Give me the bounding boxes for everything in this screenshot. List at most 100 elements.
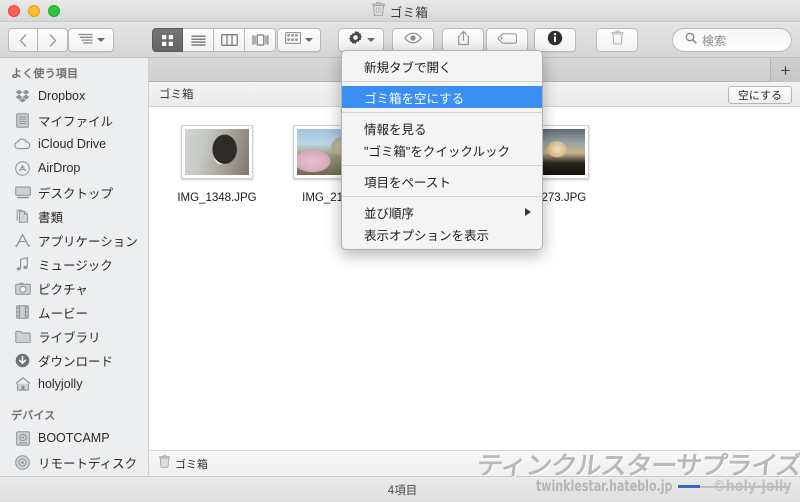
arrange-list-icon	[77, 31, 93, 49]
context-menu[interactable]: 新規タブで開く ゴミ箱を空にする 情報を見る "ゴミ箱"をクイックルック 項目を…	[341, 50, 543, 250]
menu-item-quick-look[interactable]: "ゴミ箱"をクイックルック	[342, 139, 542, 161]
sidebar-item-holyjolly[interactable]: holyjolly	[0, 372, 148, 396]
documents-icon	[14, 208, 31, 225]
sidebar-item-movies[interactable]: ムービー	[0, 300, 148, 324]
menu-item-paste-item[interactable]: 項目をペースト	[342, 170, 542, 192]
navigation-buttons	[8, 28, 68, 52]
content-header-title: ゴミ箱	[159, 89, 194, 101]
share-icon	[457, 30, 470, 51]
sidebar-item-label: マイファイル	[38, 114, 114, 129]
harddisk-icon	[14, 430, 31, 447]
window-title-area: ゴミ箱	[0, 0, 800, 22]
arrange-button[interactable]	[68, 28, 114, 52]
sidebar-item-label: デスクトップ	[38, 186, 114, 201]
path-bar[interactable]: ゴミ箱	[149, 450, 800, 476]
submenu-arrow-icon	[525, 208, 531, 216]
back-button[interactable]	[8, 28, 38, 52]
coverflow-view-button[interactable]	[245, 28, 276, 52]
quicklook-button[interactable]	[392, 28, 434, 52]
forward-button[interactable]	[38, 28, 68, 52]
sidebar-item-airdrop[interactable]: AirDrop	[0, 156, 148, 180]
trash-icon	[611, 30, 624, 50]
menu-item-show-view-options[interactable]: 表示オプションを表示	[342, 223, 542, 245]
sidebar-section-devices-header: デバイス	[11, 410, 56, 422]
finder-window: ゴミ箱 検索 よく使う項目 Dropbox マイファイル iCloud Driv…	[0, 0, 800, 502]
menu-item-open-in-new-tab[interactable]: 新規タブで開く	[342, 55, 542, 77]
optical-disc-icon	[14, 454, 31, 471]
applications-icon	[14, 232, 31, 249]
sidebar-item-applications[interactable]: アプリケーション	[0, 228, 148, 252]
group-items-button[interactable]	[277, 28, 321, 52]
home-icon	[14, 376, 31, 393]
sidebar-item-label: ダウンロード	[38, 354, 114, 369]
gear-icon	[348, 30, 363, 50]
sidebar-item-label: 書類	[38, 210, 64, 225]
sidebar-item-desktop[interactable]: デスクトップ	[0, 180, 148, 204]
tag-button[interactable]	[486, 28, 528, 52]
menu-separator	[342, 112, 542, 113]
sidebar-section-favorites-header: よく使う項目	[11, 68, 79, 80]
sidebar-item-label: ミュージック	[38, 258, 113, 273]
menu-separator	[342, 196, 542, 197]
sidebar-item-dropbox[interactable]: Dropbox	[0, 84, 148, 108]
trash-icon	[159, 454, 170, 473]
sidebar-item-label: Dropbox	[38, 89, 86, 103]
sidebar-item-label: ライブラリ	[38, 330, 101, 345]
info-icon	[547, 30, 563, 51]
menu-item-get-info[interactable]: 情報を見る	[342, 117, 542, 139]
sidebar-item-label: ピクチャ	[38, 282, 88, 297]
sidebar-item-library[interactable]: ライブラリ	[0, 324, 148, 348]
new-tab-button[interactable]: +	[770, 58, 800, 82]
search-icon	[685, 31, 697, 49]
eye-icon	[404, 31, 422, 49]
list-view-button[interactable]	[183, 28, 214, 52]
sidebar-item-label: AirDrop	[38, 161, 81, 175]
desktop-icon	[14, 184, 31, 201]
item-count-text: 4項目	[387, 484, 418, 497]
file-item[interactable]: IMG_1348.JPG	[161, 125, 273, 204]
info-button[interactable]	[534, 28, 576, 52]
chevron-down-icon	[96, 38, 105, 42]
sidebar-item-label: holyjolly	[38, 377, 83, 391]
downloads-icon	[14, 352, 31, 369]
menu-separator	[342, 81, 542, 82]
action-menu-button[interactable]	[338, 28, 384, 52]
file-name: IMG_1348.JPG	[177, 192, 257, 204]
sidebar-item-label: BOOTCAMP	[38, 431, 110, 445]
menu-item-empty-trash[interactable]: ゴミ箱を空にする	[342, 86, 542, 108]
sidebar[interactable]: よく使う項目 Dropbox マイファイル iCloud Drive AirDr…	[0, 58, 149, 502]
sidebar-item-remotedisk[interactable]: リモートディスク	[0, 450, 148, 474]
menu-separator	[342, 165, 542, 166]
sidebar-item-bootcamp[interactable]: BOOTCAMP	[0, 426, 148, 450]
icon-view-button[interactable]	[152, 28, 183, 52]
sidebar-item-iclouddrive[interactable]: iCloud Drive	[0, 132, 148, 156]
empty-trash-button[interactable]: 空にする	[727, 86, 792, 104]
myfiles-icon	[14, 112, 31, 129]
column-view-button[interactable]	[214, 28, 245, 52]
trash-icon	[372, 1, 385, 21]
title-bar: ゴミ箱	[0, 0, 800, 22]
dropbox-icon	[14, 88, 31, 105]
search-input[interactable]: 検索	[702, 32, 726, 49]
menu-item-label: 並び順序	[364, 206, 415, 221]
airdrop-icon	[14, 160, 31, 177]
file-thumbnail	[181, 125, 253, 179]
window-title: ゴミ箱	[389, 5, 429, 20]
sidebar-item-label: リモートディスク	[38, 456, 138, 471]
sidebar-item-music[interactable]: ミュージック	[0, 252, 148, 276]
group-items-icon	[285, 31, 301, 49]
sidebar-item-label: ムービー	[38, 306, 89, 321]
sidebar-item-pictures[interactable]: ピクチャ	[0, 276, 148, 300]
sidebar-item-label: iCloud Drive	[38, 137, 107, 151]
sidebar-item-downloads[interactable]: ダウンロード	[0, 348, 148, 372]
delete-button[interactable]	[596, 28, 638, 52]
menu-item-sort-order[interactable]: 並び順序	[342, 201, 542, 223]
sidebar-item-myfiles[interactable]: マイファイル	[0, 108, 148, 132]
music-icon	[14, 256, 31, 273]
folder-icon	[14, 328, 31, 345]
path-bar-label: ゴミ箱	[175, 458, 208, 471]
cloud-icon	[14, 136, 31, 153]
sidebar-item-documents[interactable]: 書類	[0, 204, 148, 228]
search-field[interactable]: 検索	[672, 28, 792, 52]
share-button[interactable]	[442, 28, 484, 52]
